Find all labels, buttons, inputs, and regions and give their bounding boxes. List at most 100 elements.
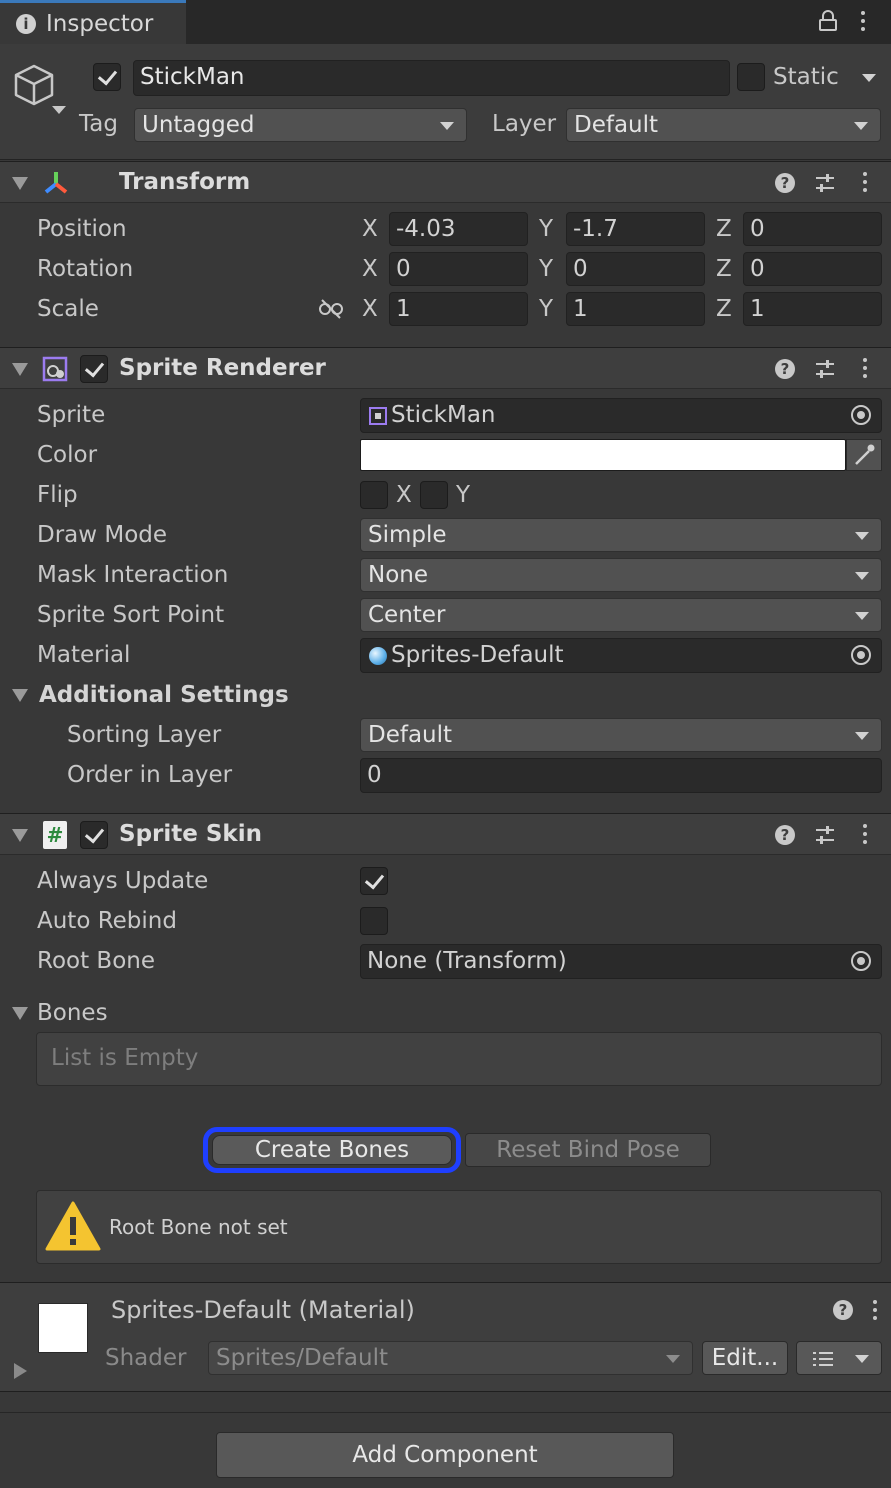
order-in-layer-label: Order in Layer — [67, 762, 233, 788]
tab-menu-icon[interactable] — [860, 11, 866, 33]
foldout-arrow-icon[interactable] — [12, 363, 28, 376]
root-bone-object-field[interactable]: None (Transform) — [360, 944, 882, 979]
sprite-skin-enabled-checkbox[interactable] — [80, 821, 108, 849]
script-icon: # — [43, 821, 67, 849]
additional-settings-label[interactable]: Additional Settings — [39, 682, 289, 708]
rot-z-label[interactable]: Z — [716, 256, 732, 282]
pos-z-label[interactable]: Z — [716, 216, 732, 242]
material-section: Sprites-Default (Material) ? Shader Spri… — [0, 1282, 891, 1392]
gameobject-cube-icon[interactable] — [12, 62, 68, 118]
transform-header[interactable]: Transform ? — [0, 161, 891, 203]
material-foldout-icon[interactable] — [14, 1363, 27, 1379]
static-dropdown-icon[interactable] — [862, 74, 876, 82]
rotation-z-field[interactable]: 0 — [743, 252, 882, 286]
sprite-renderer-enabled-checkbox[interactable] — [80, 355, 108, 383]
preset-sliders-icon[interactable] — [814, 172, 836, 194]
sprite-renderer-title: Sprite Renderer — [119, 355, 326, 381]
help-icon[interactable]: ? — [833, 1300, 853, 1320]
shader-dropdown[interactable]: Sprites/Default — [208, 1341, 693, 1375]
layer-dropdown[interactable]: Default — [566, 108, 881, 142]
component-menu-icon[interactable] — [862, 824, 868, 846]
flip-x-checkbox[interactable] — [360, 481, 388, 509]
gameobject-name-field[interactable]: StickMan — [133, 60, 730, 96]
position-z-field[interactable]: 0 — [743, 212, 882, 246]
auto-rebind-checkbox[interactable] — [360, 907, 388, 935]
help-icon[interactable]: ? — [775, 359, 795, 379]
preset-sliders-icon[interactable] — [814, 358, 836, 380]
sprite-renderer-icon — [41, 355, 69, 383]
position-y-field[interactable]: -1.7 — [566, 212, 705, 246]
material-object-field[interactable]: Sprites-Default — [360, 638, 882, 673]
flip-y-checkbox[interactable] — [420, 481, 448, 509]
shader-value: Sprites/Default — [216, 1345, 388, 1371]
eyedropper-icon — [855, 444, 875, 465]
object-picker-icon[interactable] — [851, 405, 871, 425]
rotation-y-field[interactable]: 0 — [566, 252, 705, 286]
material-title: Sprites-Default (Material) — [111, 1296, 415, 1324]
gameobject-active-checkbox[interactable] — [93, 63, 121, 91]
shader-options-button[interactable] — [796, 1341, 882, 1375]
scale-x-field[interactable]: 1 — [389, 292, 528, 326]
draw-mode-dropdown[interactable]: Simple — [360, 518, 882, 552]
tab-title: Inspector — [46, 11, 154, 37]
scale-z-label[interactable]: Z — [716, 296, 732, 322]
bones-foldout-icon[interactable] — [12, 1007, 28, 1020]
color-label: Color — [37, 442, 98, 468]
help-icon[interactable]: ? — [775, 825, 795, 845]
material-menu-icon[interactable] — [872, 1300, 878, 1322]
bones-label[interactable]: Bones — [37, 1000, 108, 1026]
tag-value: Untagged — [142, 112, 255, 138]
draw-mode-value: Simple — [368, 522, 447, 548]
eyedropper-button[interactable] — [846, 439, 882, 471]
chevron-down-icon — [855, 732, 869, 740]
object-picker-icon[interactable] — [851, 951, 871, 971]
component-menu-icon[interactable] — [862, 358, 868, 380]
info-icon: i — [16, 14, 36, 34]
component-menu-icon[interactable] — [862, 172, 868, 194]
mask-interaction-dropdown[interactable]: None — [360, 558, 882, 592]
rot-y-label[interactable]: Y — [539, 256, 553, 282]
sprite-object-field[interactable]: StickMan — [360, 398, 882, 433]
pos-x-label[interactable]: X — [362, 216, 378, 242]
add-component-button[interactable]: Add Component — [216, 1432, 674, 1478]
help-icon[interactable]: ? — [775, 173, 795, 193]
chevron-down-icon — [440, 122, 454, 130]
chevron-down-icon — [666, 1355, 680, 1363]
edit-shader-button[interactable]: Edit... — [702, 1341, 788, 1375]
additional-settings-foldout-icon[interactable] — [12, 689, 28, 702]
create-bones-button[interactable]: Create Bones — [212, 1135, 452, 1165]
scale-y-field[interactable]: 1 — [566, 292, 705, 326]
material-label: Material — [37, 642, 131, 668]
scale-y-label[interactable]: Y — [539, 296, 553, 322]
sprite-skin-header[interactable]: # Sprite Skin ? — [0, 813, 891, 855]
sprite-label: Sprite — [37, 402, 106, 428]
scale-z-field[interactable]: 1 — [743, 292, 882, 326]
sprite-sort-point-dropdown[interactable]: Center — [360, 598, 882, 632]
object-picker-icon[interactable] — [851, 645, 871, 665]
foldout-arrow-icon[interactable] — [12, 177, 28, 190]
sorting-layer-dropdown[interactable]: Default — [360, 718, 882, 752]
bones-list: List is Empty — [36, 1032, 882, 1086]
preset-sliders-icon[interactable] — [814, 824, 836, 846]
foldout-arrow-icon[interactable] — [12, 829, 28, 842]
layer-value: Default — [574, 112, 659, 138]
sprite-renderer-header[interactable]: Sprite Renderer ? — [0, 347, 891, 389]
position-x-field[interactable]: -4.03 — [389, 212, 528, 246]
tag-dropdown[interactable]: Untagged — [134, 108, 467, 142]
rot-x-label[interactable]: X — [362, 256, 378, 282]
reset-bind-pose-button[interactable]: Reset Bind Pose — [465, 1133, 711, 1167]
static-checkbox[interactable] — [737, 63, 765, 91]
lock-icon[interactable] — [818, 10, 838, 32]
section-divider — [0, 1412, 891, 1413]
tab-inspector[interactable]: i Inspector — [0, 0, 186, 44]
shader-label: Shader — [105, 1345, 187, 1371]
constrain-proportions-icon[interactable] — [318, 298, 344, 320]
bones-empty-text: List is Empty — [51, 1045, 199, 1071]
pos-y-label[interactable]: Y — [539, 216, 553, 242]
color-swatch[interactable] — [360, 439, 846, 471]
always-update-checkbox[interactable] — [360, 867, 388, 895]
order-in-layer-field[interactable]: 0 — [360, 758, 882, 793]
rotation-x-field[interactable]: 0 — [389, 252, 528, 286]
scale-x-label[interactable]: X — [362, 296, 378, 322]
draw-mode-label: Draw Mode — [37, 522, 168, 548]
